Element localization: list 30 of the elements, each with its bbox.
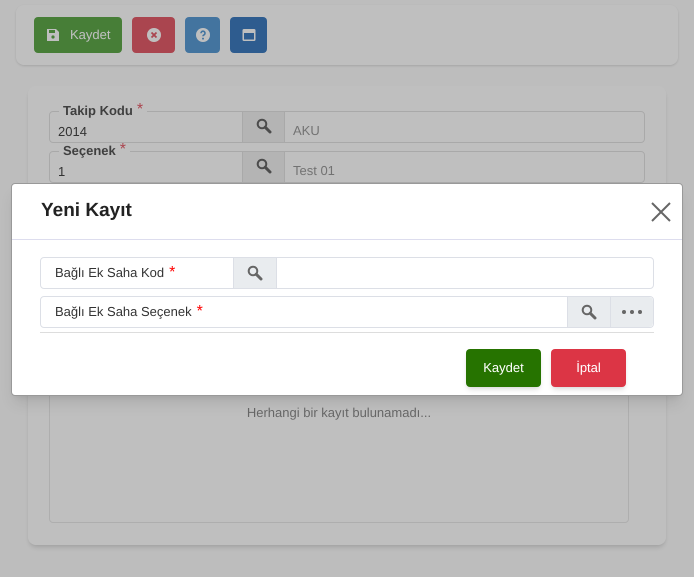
close-icon (146, 27, 162, 43)
required-mark: * (196, 305, 203, 319)
search-button[interactable] (243, 112, 285, 142)
field-label: Takip Kodu (63, 103, 133, 119)
field-description: AKU (293, 123, 320, 138)
field-value: 1 (58, 164, 66, 179)
required-mark: * (136, 103, 144, 117)
cancel-button[interactable] (132, 17, 175, 53)
search-icon (581, 304, 597, 320)
search-button[interactable] (243, 152, 285, 182)
window-button[interactable] (230, 17, 267, 53)
cancel-button[interactable]: İptal (551, 349, 626, 387)
field-label: Seçenek (63, 143, 116, 159)
search-button[interactable] (568, 297, 611, 327)
search-icon (256, 158, 272, 174)
help-icon (194, 27, 210, 43)
search-icon (256, 118, 272, 134)
window-icon (240, 27, 256, 43)
required-mark: * (120, 143, 126, 157)
field-description: Test 01 (293, 163, 335, 178)
help-button[interactable] (185, 17, 220, 53)
more-icon (622, 310, 642, 314)
save-icon (46, 28, 60, 42)
field-value: 2014 (58, 124, 87, 139)
dialog-title: Yeni Kayıt (41, 199, 132, 224)
empty-message: Herhangi bir kayıt bulunamadı... (246, 404, 432, 421)
field-label: Bağlı Ek Saha Seçenek (55, 303, 192, 322)
more-button[interactable] (611, 297, 653, 327)
save-button[interactable]: Kaydet (466, 349, 541, 387)
close-icon[interactable] (650, 200, 672, 222)
